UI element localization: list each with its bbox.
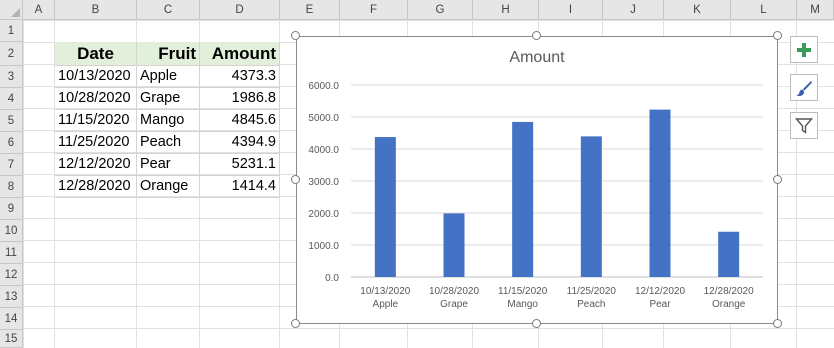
row-header-9[interactable]: 9 xyxy=(0,198,23,220)
y-tick-label: 0.0 xyxy=(325,273,339,284)
chart-area[interactable]: Amount 0.0 1000.0 2000.0 3000.0 4000.0 5000.0… xyxy=(296,36,778,324)
column-header-g[interactable]: G xyxy=(408,0,473,20)
row-header-5[interactable]: 5 xyxy=(0,110,23,132)
table-header-date[interactable]: Date xyxy=(55,42,137,66)
table-cell[interactable]: Apple xyxy=(137,66,200,88)
column-header-j[interactable]: J xyxy=(603,0,664,20)
resize-handle-bottom-right[interactable] xyxy=(773,319,782,328)
y-tick-label: 6000.0 xyxy=(308,81,339,92)
chart-elements-button[interactable] xyxy=(790,36,818,63)
row-header-1[interactable]: 1 xyxy=(0,20,23,42)
bar[interactable] xyxy=(718,231,740,277)
y-tick-label: 2000.0 xyxy=(308,209,339,220)
resize-handle-top-left[interactable] xyxy=(291,31,300,40)
table-cell[interactable]: 4845.6 xyxy=(200,110,280,132)
table-cell[interactable]: 12/12/2020 xyxy=(55,154,137,176)
row-header-4[interactable]: 4 xyxy=(0,88,23,110)
x-tick-label: Pear xyxy=(649,299,671,310)
chart-filters-button[interactable] xyxy=(790,112,818,139)
table-cell[interactable]: 12/28/2020 xyxy=(55,176,137,198)
resize-handle-left[interactable] xyxy=(291,175,300,184)
row-header-7[interactable]: 7 xyxy=(0,154,23,176)
x-tick-label: Orange xyxy=(712,299,746,310)
y-tick-label: 5000.0 xyxy=(308,113,339,124)
table-cell[interactable]: 10/13/2020 xyxy=(55,66,137,88)
resize-handle-right[interactable] xyxy=(773,175,782,184)
table-cell[interactable]: Orange xyxy=(137,176,200,198)
x-tick-label: Peach xyxy=(577,299,605,310)
resize-handle-top[interactable] xyxy=(532,31,541,40)
row-header-3[interactable]: 3 xyxy=(0,66,23,88)
table-cell[interactable]: Grape xyxy=(137,88,200,110)
y-tick-label: 1000.0 xyxy=(308,241,339,252)
column-header-l[interactable]: L xyxy=(731,0,797,20)
resize-handle-top-right[interactable] xyxy=(773,31,782,40)
bar[interactable] xyxy=(649,109,671,277)
row-header-13[interactable]: 13 xyxy=(0,286,23,308)
bar[interactable] xyxy=(512,121,534,278)
x-tick-label: 10/13/2020 xyxy=(360,286,410,297)
gridline-vertical xyxy=(796,20,797,348)
y-tick-label: 3000.0 xyxy=(308,177,339,188)
x-tick-label: Mango xyxy=(507,299,538,310)
x-tick-label: 12/12/2020 xyxy=(635,286,685,297)
table-cell[interactable]: 1986.8 xyxy=(200,88,280,110)
x-tick-label: 12/28/2020 xyxy=(704,286,754,297)
column-header-m[interactable]: M xyxy=(797,0,834,20)
table-cell[interactable]: 5231.1 xyxy=(200,154,280,176)
chart-filters-funnel-icon xyxy=(795,117,813,134)
column-header-h[interactable]: H xyxy=(473,0,539,20)
column-header-a[interactable]: A xyxy=(23,0,55,20)
column-header-d[interactable]: D xyxy=(200,0,280,20)
column-header-c[interactable]: C xyxy=(137,0,200,20)
table-cell[interactable]: Mango xyxy=(137,110,200,132)
chart-title: Amount xyxy=(509,49,565,66)
column-header-i[interactable]: I xyxy=(539,0,603,20)
row-header-10[interactable]: 10 xyxy=(0,220,23,242)
resize-handle-bottom-left[interactable] xyxy=(291,319,300,328)
bar[interactable] xyxy=(443,213,465,277)
column-header-e[interactable]: E xyxy=(280,0,340,20)
x-tick-label: Apple xyxy=(373,299,399,310)
table-cell[interactable]: 10/28/2020 xyxy=(55,88,137,110)
row-header-12[interactable]: 12 xyxy=(0,264,23,286)
table-cell[interactable]: 1414.4 xyxy=(200,176,280,198)
resize-handle-bottom[interactable] xyxy=(532,319,541,328)
table-cell[interactable]: Peach xyxy=(137,132,200,154)
table-header-amount[interactable]: Amount xyxy=(200,42,280,66)
row-header-8[interactable]: 8 xyxy=(0,176,23,198)
bar-chart[interactable]: Amount 0.0 1000.0 2000.0 3000.0 4000.0 5000.0… xyxy=(297,37,777,323)
table-cell[interactable]: 11/15/2020 xyxy=(55,110,137,132)
x-tick-label: 10/28/2020 xyxy=(429,286,479,297)
row-header-6[interactable]: 6 xyxy=(0,132,23,154)
column-header-b[interactable]: B xyxy=(55,0,137,20)
chart-elements-plus-icon xyxy=(797,42,811,57)
column-header-f[interactable]: F xyxy=(340,0,408,20)
x-tick-label: Grape xyxy=(440,299,468,310)
y-tick-label: 4000.0 xyxy=(308,145,339,156)
bar[interactable] xyxy=(580,136,602,277)
row-header-15[interactable]: 15 xyxy=(0,330,23,348)
select-all-corner[interactable] xyxy=(0,0,23,20)
table-cell[interactable]: 4394.9 xyxy=(200,132,280,154)
bar[interactable] xyxy=(374,137,396,277)
column-header-k[interactable]: K xyxy=(664,0,731,20)
row-header-2[interactable]: 2 xyxy=(0,42,23,66)
table-cell[interactable]: 4373.3 xyxy=(200,66,280,88)
table-cell[interactable]: Pear xyxy=(137,154,200,176)
x-tick-label: 11/15/2020 xyxy=(498,286,548,297)
x-tick-label: 11/25/2020 xyxy=(567,286,617,297)
table-cell[interactable]: 11/25/2020 xyxy=(55,132,137,154)
row-header-11[interactable]: 11 xyxy=(0,242,23,264)
chart-styles-brush-icon xyxy=(796,80,812,96)
row-header-14[interactable]: 14 xyxy=(0,308,23,330)
chart-styles-button[interactable] xyxy=(790,74,818,101)
table-header-fruit[interactable]: Fruit xyxy=(137,42,200,66)
